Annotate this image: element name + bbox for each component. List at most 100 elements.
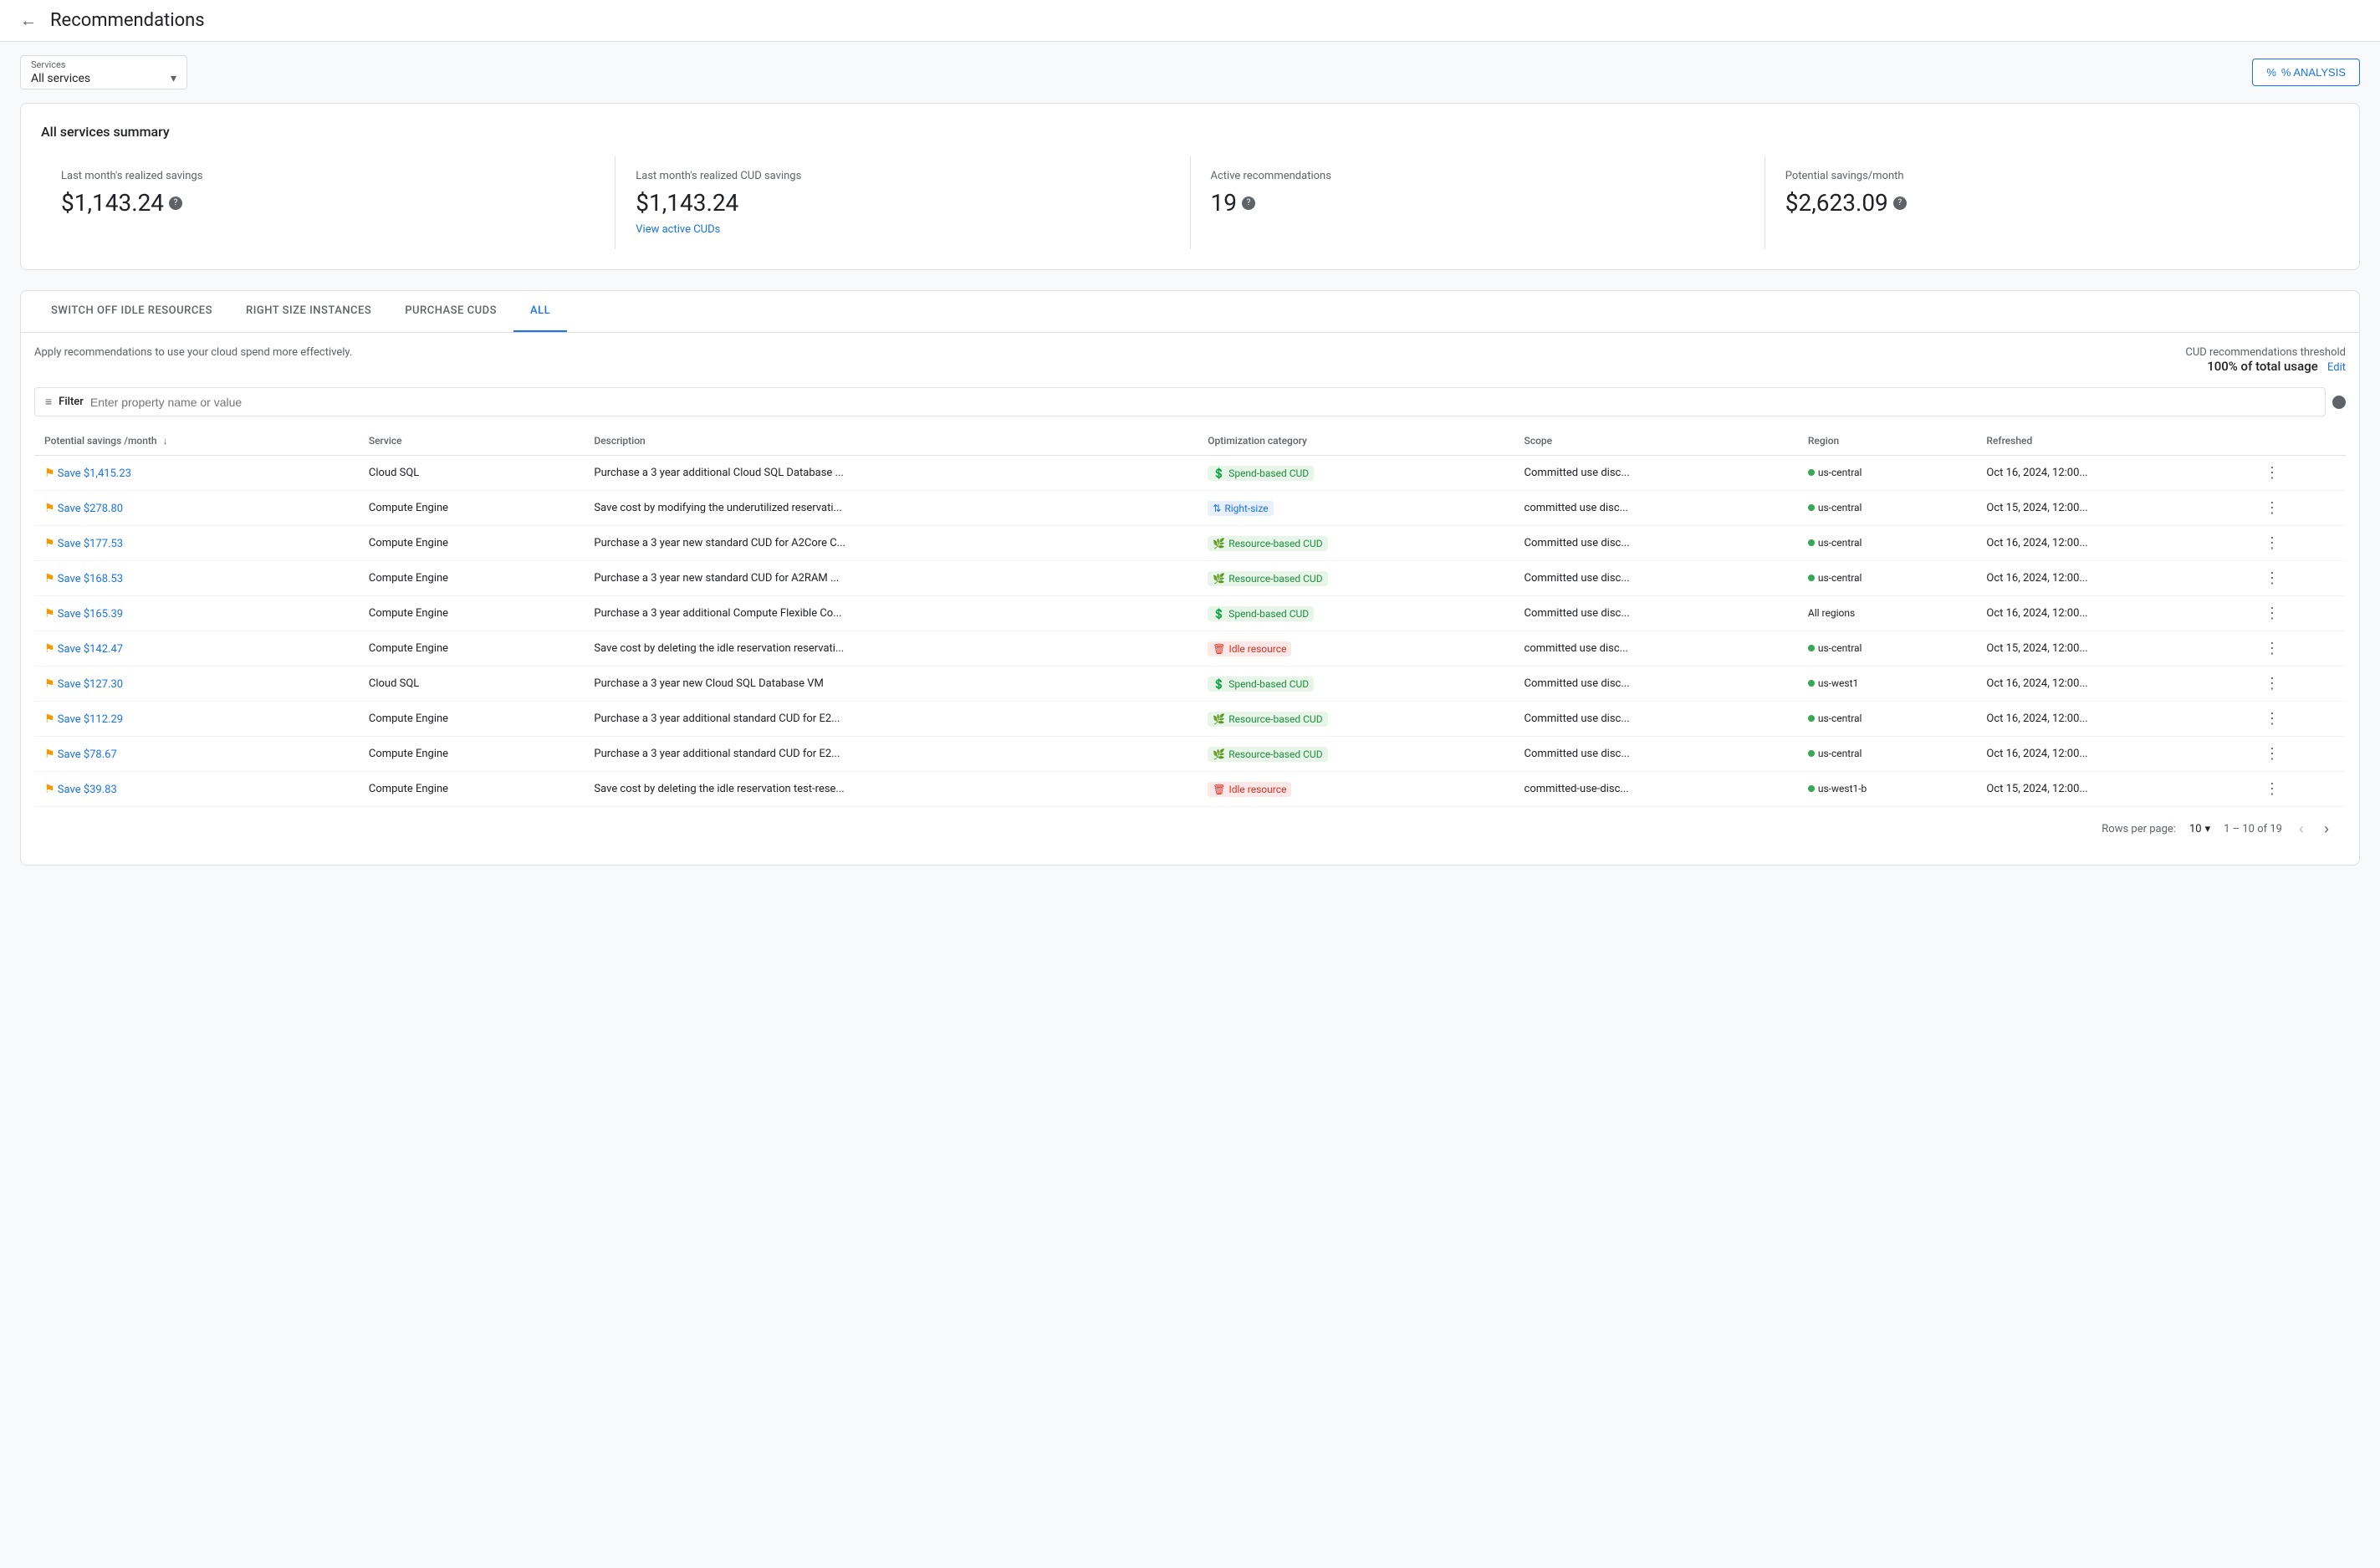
refreshed-cell: Oct 15, 2024, 12:00...	[1976, 631, 2251, 667]
service-cell: Compute Engine	[359, 596, 585, 631]
help-icon-realized-savings[interactable]: ?	[169, 197, 182, 210]
tab-right-size[interactable]: RIGHT SIZE INSTANCES	[229, 291, 388, 332]
save-link[interactable]: Save $39.83	[58, 784, 117, 796]
flag-icon: ⚑	[44, 642, 55, 656]
flag-icon: ⚑	[44, 748, 55, 761]
card-label-cud-savings: Last month's realized CUD savings	[636, 170, 1169, 182]
actions-cell: ⋮	[2251, 667, 2346, 702]
refreshed-cell: Oct 15, 2024, 12:00...	[1976, 491, 2251, 526]
optimization-cell: 🗑 Idle resource	[1198, 772, 1514, 807]
opt-label: Resource-based CUD	[1228, 538, 1322, 549]
save-link[interactable]: Save $278.80	[58, 503, 123, 515]
description-cell: Save cost by deleting the idle reservati…	[584, 772, 1198, 807]
tab-switch-off[interactable]: SWITCH OFF IDLE RESOURCES	[34, 291, 229, 332]
description-cell: Purchase a 3 year additional Cloud SQL D…	[584, 456, 1198, 491]
sort-icon[interactable]: ↓	[163, 435, 168, 447]
more-options-button[interactable]: ⋮	[2261, 742, 2283, 766]
services-filter-value: All services	[31, 72, 164, 85]
refreshed-cell: Oct 16, 2024, 12:00...	[1976, 456, 2251, 491]
card-label-potential-savings: Potential savings/month	[1785, 170, 2319, 182]
flag-icon: ⚑	[44, 537, 55, 550]
more-options-button[interactable]: ⋮	[2261, 636, 2283, 661]
more-options-button[interactable]: ⋮	[2261, 601, 2283, 626]
opt-icon: 💲	[1213, 608, 1225, 620]
table-row: ⚑ Save $165.39 Compute Engine Purchase a…	[34, 596, 2346, 631]
card-value-cud-savings: $1,143.24	[636, 189, 1169, 217]
tabs-section: SWITCH OFF IDLE RESOURCES RIGHT SIZE INS…	[20, 290, 2360, 866]
more-options-button[interactable]: ⋮	[2261, 496, 2283, 520]
chevron-down-icon: ▾	[171, 72, 176, 85]
service-cell: Compute Engine	[359, 561, 585, 596]
view-active-cuds-link[interactable]: View active CUDs	[636, 223, 1169, 236]
table-row: ⚑ Save $78.67 Compute Engine Purchase a …	[34, 737, 2346, 772]
service-cell: Cloud SQL	[359, 667, 585, 702]
save-link[interactable]: Save $78.67	[58, 748, 117, 761]
table-row: ⚑ Save $1,415.23 Cloud SQL Purchase a 3 …	[34, 456, 2346, 491]
region-cell: us-central	[1798, 631, 1977, 667]
scope-cell: Committed use disc...	[1514, 702, 1798, 737]
col-header-service: Service	[359, 426, 585, 456]
filter-input[interactable]	[90, 396, 2315, 409]
more-options-button[interactable]: ⋮	[2261, 461, 2283, 485]
description-cell: Purchase a 3 year new standard CUD for A…	[584, 561, 1198, 596]
page-title: Recommendations	[50, 10, 205, 31]
col-header-refreshed: Refreshed	[1976, 426, 2251, 456]
opt-icon: 🗑	[1213, 643, 1225, 655]
flag-icon: ⚑	[44, 712, 55, 726]
tab-purchase-cuds[interactable]: PURCHASE CUDS	[388, 291, 513, 332]
rows-per-page-select[interactable]: 10 ▾	[2189, 823, 2210, 835]
save-link[interactable]: Save $1,415.23	[58, 467, 131, 480]
filter-help-icon[interactable]: ?	[2332, 396, 2346, 409]
optimization-cell: 🌿 Resource-based CUD	[1198, 526, 1514, 561]
service-cell: Compute Engine	[359, 702, 585, 737]
help-icon-potential-savings[interactable]: ?	[1893, 197, 1907, 210]
tab-all[interactable]: ALL	[513, 291, 567, 332]
save-link[interactable]: Save $165.39	[58, 608, 123, 621]
region-label: us-central	[1818, 712, 1862, 724]
cud-edit-link[interactable]: Edit	[2327, 361, 2346, 374]
save-link[interactable]: Save $168.53	[58, 573, 123, 585]
analysis-label: % ANALYSIS	[2281, 66, 2346, 79]
opt-label: Idle resource	[1228, 784, 1286, 795]
tab-content: Apply recommendations to use your cloud …	[21, 333, 2359, 865]
region-cell: us-central	[1798, 737, 1977, 772]
region-label: us-central	[1818, 502, 1862, 513]
opt-label: Spend-based CUD	[1228, 608, 1309, 620]
back-button[interactable]: ←	[20, 10, 37, 31]
more-options-button[interactable]: ⋮	[2261, 531, 2283, 555]
refreshed-cell: Oct 16, 2024, 12:00...	[1976, 737, 2251, 772]
summary-card-realized-savings: Last month's realized savings $1,143.24 …	[41, 156, 615, 249]
analysis-button[interactable]: % % ANALYSIS	[2252, 59, 2360, 86]
table-row: ⚑ Save $168.53 Compute Engine Purchase a…	[34, 561, 2346, 596]
region-label: All regions	[1808, 607, 1855, 619]
col-header-scope: Scope	[1514, 426, 1798, 456]
save-link[interactable]: Save $127.30	[58, 678, 123, 691]
actions-cell: ⋮	[2251, 526, 2346, 561]
region-dot	[1808, 539, 1815, 546]
table-row: ⚑ Save $177.53 Compute Engine Purchase a…	[34, 526, 2346, 561]
prev-page-button[interactable]: ‹	[2296, 817, 2307, 841]
services-filter[interactable]: Services All services ▾	[20, 55, 187, 89]
help-icon-active-recs[interactable]: ?	[1242, 197, 1255, 210]
more-options-button[interactable]: ⋮	[2261, 672, 2283, 696]
region-label: us-west1	[1818, 677, 1858, 689]
more-options-button[interactable]: ⋮	[2261, 777, 2283, 801]
save-link[interactable]: Save $177.53	[58, 538, 123, 550]
cud-threshold-label: CUD recommendations threshold	[2185, 346, 2346, 359]
optimization-cell: 🌿 Resource-based CUD	[1198, 702, 1514, 737]
more-options-button[interactable]: ⋮	[2261, 707, 2283, 731]
scope-cell: committed-use-disc...	[1514, 772, 1798, 807]
scope-cell: Committed use disc...	[1514, 596, 1798, 631]
summary-card-active-recs: Active recommendations 19 ?	[1191, 156, 1765, 249]
next-page-button[interactable]: ›	[2321, 817, 2332, 841]
actions-cell: ⋮	[2251, 491, 2346, 526]
card-value-potential-savings: $2,623.09 ?	[1785, 189, 2319, 217]
table-row: ⚑ Save $127.30 Cloud SQL Purchase a 3 ye…	[34, 667, 2346, 702]
filter-icon: ≡	[45, 395, 52, 409]
more-options-button[interactable]: ⋮	[2261, 566, 2283, 590]
scope-cell: Committed use disc...	[1514, 526, 1798, 561]
region-cell: us-central	[1798, 526, 1977, 561]
save-link[interactable]: Save $112.29	[58, 713, 123, 726]
save-link[interactable]: Save $142.47	[58, 643, 123, 656]
actions-cell: ⋮	[2251, 772, 2346, 807]
